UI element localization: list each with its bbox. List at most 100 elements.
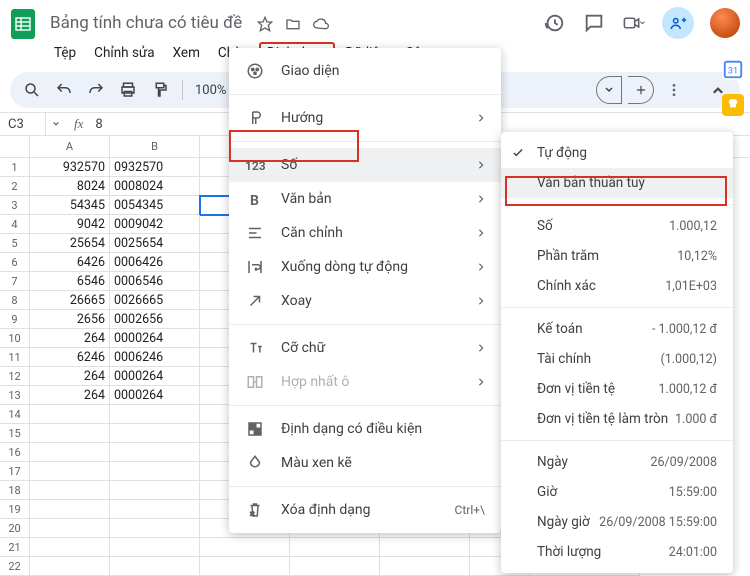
cell[interactable]: 0002656: [110, 310, 200, 329]
cell[interactable]: [30, 405, 110, 424]
formula-input[interactable]: 8: [91, 117, 102, 132]
cell[interactable]: 0006546: [110, 272, 200, 291]
cell[interactable]: [110, 405, 200, 424]
number-format-item[interactable]: Tài chính(1.000,12): [501, 344, 733, 374]
name-box[interactable]: C3: [0, 113, 46, 135]
row-header[interactable]: 19: [0, 500, 30, 519]
number-format-item[interactable]: Ngày giờ26/09/2008 15:59:00: [501, 507, 733, 537]
row-header[interactable]: 21: [0, 538, 30, 557]
row-header[interactable]: 12: [0, 367, 30, 386]
format-menu-item[interactable]: Xoay: [229, 284, 501, 318]
print-icon[interactable]: [114, 76, 142, 104]
star-icon[interactable]: [256, 15, 274, 33]
number-format-item[interactable]: Tự động: [501, 138, 733, 168]
comment-icon[interactable]: [582, 11, 606, 35]
row-header[interactable]: 5: [0, 234, 30, 253]
cell[interactable]: [30, 519, 110, 538]
cell[interactable]: 264: [30, 367, 110, 386]
row-header[interactable]: 10: [0, 329, 30, 348]
cell[interactable]: [30, 462, 110, 481]
cell[interactable]: 0932570: [110, 158, 200, 177]
toolbar-more-icon[interactable]: [660, 76, 688, 104]
cell[interactable]: 6546: [30, 272, 110, 291]
cell[interactable]: 9042: [30, 215, 110, 234]
cell[interactable]: 0026665: [110, 291, 200, 310]
cell[interactable]: [110, 500, 200, 519]
cell[interactable]: [30, 424, 110, 443]
row-header[interactable]: 2: [0, 177, 30, 196]
row-header[interactable]: 1: [0, 158, 30, 177]
row-header[interactable]: 3: [0, 196, 30, 215]
cloud-status-icon[interactable]: [312, 15, 330, 33]
menu-chỉnh sửa[interactable]: Chỉnh sửa: [86, 42, 162, 64]
cell[interactable]: [200, 557, 290, 576]
row-header[interactable]: 22: [0, 557, 30, 576]
row-header[interactable]: 6: [0, 253, 30, 272]
format-menu-item[interactable]: Căn chỉnh: [229, 216, 501, 250]
move-icon[interactable]: [284, 15, 302, 33]
format-menu-item[interactable]: Giao diện: [229, 54, 501, 88]
cell[interactable]: 264: [30, 386, 110, 405]
row-header[interactable]: 20: [0, 519, 30, 538]
menu-tệp[interactable]: Tệp: [46, 42, 84, 64]
undo-icon[interactable]: [50, 76, 78, 104]
cell[interactable]: 0000264: [110, 367, 200, 386]
cell[interactable]: [290, 557, 380, 576]
cell[interactable]: 0000264: [110, 386, 200, 405]
row-header[interactable]: 8: [0, 291, 30, 310]
cell[interactable]: 932570: [30, 158, 110, 177]
cell[interactable]: 6246: [30, 348, 110, 367]
cell[interactable]: 0054345: [110, 196, 200, 215]
cell[interactable]: [30, 557, 110, 576]
cell[interactable]: 26665: [30, 291, 110, 310]
name-box-dropdown-icon[interactable]: [46, 120, 66, 128]
number-format-item[interactable]: Văn bản thuần tuý: [501, 168, 733, 198]
redo-icon[interactable]: [82, 76, 110, 104]
row-header[interactable]: 17: [0, 462, 30, 481]
cell[interactable]: [110, 557, 200, 576]
cell[interactable]: 0025654: [110, 234, 200, 253]
number-format-item[interactable]: Số1.000,12: [501, 211, 733, 241]
sheets-logo[interactable]: [10, 6, 36, 40]
cell[interactable]: [380, 557, 470, 576]
doc-title[interactable]: Bảng tính chưa có tiêu đề: [46, 11, 246, 35]
cell[interactable]: 0000264: [110, 329, 200, 348]
calendar-addon-icon[interactable]: 31: [722, 58, 744, 80]
number-format-item[interactable]: Đơn vị tiền tệ1.000,12 đ: [501, 374, 733, 404]
cell[interactable]: [30, 500, 110, 519]
number-format-item[interactable]: Ngày26/09/2008: [501, 447, 733, 477]
number-format-item[interactable]: Phần trăm10,12%: [501, 241, 733, 271]
row-header[interactable]: 11: [0, 348, 30, 367]
keep-addon-icon[interactable]: [722, 94, 744, 116]
number-format-item[interactable]: Đơn vị tiền tệ làm tròn1.000 đ: [501, 404, 733, 434]
number-format-item[interactable]: Chính xác1,01E+03: [501, 271, 733, 301]
cell[interactable]: [200, 538, 290, 557]
format-menu-item[interactable]: Màu xen kẽ: [229, 446, 501, 480]
number-format-item[interactable]: Kế toán- 1.000,12 đ: [501, 314, 733, 344]
number-format-item[interactable]: Thời lượng24:01:00: [501, 537, 733, 567]
cell[interactable]: [110, 538, 200, 557]
cell[interactable]: 8024: [30, 177, 110, 196]
col-header[interactable]: B: [110, 136, 200, 157]
format-menu-item[interactable]: Cỡ chữ: [229, 331, 501, 365]
row-header[interactable]: 13: [0, 386, 30, 405]
cell[interactable]: [110, 462, 200, 481]
share-button[interactable]: [662, 7, 694, 39]
format-menu-item[interactable]: BVăn bản: [229, 182, 501, 216]
cell[interactable]: [30, 538, 110, 557]
history-icon[interactable]: [542, 11, 566, 35]
cell[interactable]: [110, 519, 200, 538]
cell[interactable]: 6426: [30, 253, 110, 272]
row-header[interactable]: 14: [0, 405, 30, 424]
row-header[interactable]: 7: [0, 272, 30, 291]
menu-xem[interactable]: Xem: [165, 42, 208, 64]
cell[interactable]: 0009042: [110, 215, 200, 234]
meet-icon[interactable]: [622, 11, 646, 35]
toolbar-overflow-add[interactable]: [628, 76, 654, 104]
cell[interactable]: 0006246: [110, 348, 200, 367]
cell[interactable]: 54345: [30, 196, 110, 215]
format-menu-item[interactable]: ✕Xóa định dạngCtrl+\: [229, 493, 501, 527]
format-menu-item[interactable]: Định dạng có điều kiện: [229, 412, 501, 446]
cell[interactable]: [30, 443, 110, 462]
row-header[interactable]: 16: [0, 443, 30, 462]
